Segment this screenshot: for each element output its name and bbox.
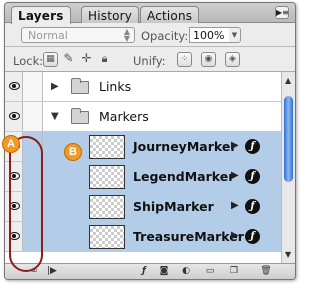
effects-toggle-icon[interactable]: ▶ [231, 170, 239, 181]
blend-mode-value: Normal [28, 29, 68, 42]
expanded-triangle-icon[interactable]: ▼ [51, 111, 59, 122]
unify-visibility-icon[interactable]: ◉ [201, 52, 216, 67]
callout-badge-b: B [64, 143, 82, 161]
blend-mode-select[interactable]: Normal ▲ ▼ [21, 27, 135, 43]
new-group-icon[interactable]: ▭ [203, 265, 217, 278]
opacity-label: Opacity: [141, 29, 189, 43]
folder-icon [71, 108, 89, 124]
layer-name: JourneyMarker [133, 139, 237, 154]
layer-thumbnail [89, 165, 125, 189]
visibility-toggle[interactable] [5, 72, 23, 101]
collapsed-triangle-icon[interactable]: ▶ [51, 81, 59, 92]
layer-style-icon[interactable]: ƒ [245, 139, 260, 154]
layer-style-icon[interactable]: ƒ [245, 169, 260, 184]
unify-label: Unify: [133, 54, 166, 68]
panel-footer: ∞ |▶ ƒ ◙ ◐ ▭ ❐ 🗑︎ [5, 263, 295, 279]
tab-actions[interactable]: Actions [140, 6, 200, 23]
trash-icon[interactable]: 🗑︎ [259, 265, 273, 278]
unify-position-icon[interactable]: ⁘ [177, 52, 192, 67]
folder-icon [71, 78, 89, 94]
tab-layers[interactable]: Layers [11, 6, 71, 24]
annotation-oval-a [9, 136, 43, 272]
eye-icon [9, 82, 20, 90]
effects-toggle-icon[interactable]: ▶ [231, 140, 239, 151]
layer-group-links[interactable]: ▶ Links [5, 72, 281, 102]
layer-name: LegendMarker [133, 169, 235, 184]
new-layer-icon[interactable]: ❐ [227, 265, 241, 278]
chain-link-icon[interactable] [23, 72, 43, 101]
unify-style-icon[interactable]: ◈ [225, 52, 240, 67]
layer-name: TreasureMarker [133, 229, 244, 244]
lock-brush-icon[interactable]: ✎ [61, 52, 76, 67]
lock-unify-row: Lock: ▦ ✎ ✛ 🔒︎ Unify: ⁘ ◉ ◈ [5, 47, 295, 72]
layer-name: Links [99, 79, 132, 94]
add-layer-style-icon[interactable]: ƒ [137, 265, 151, 278]
lock-transparency-icon[interactable]: ▦ [43, 52, 58, 67]
stepper-arrows-icon: ▲ ▼ [123, 27, 130, 43]
layers-panel: Layers History Actions ▶≡ Normal ▲ ▼ Opac… [4, 2, 296, 280]
adjustment-layer-icon[interactable]: ◐ [179, 265, 193, 278]
flyout-menu-icon[interactable]: ▶≡ [275, 6, 289, 19]
layer-row-treasuremarker[interactable]: TreasureMarker ▶ ƒ [5, 222, 281, 252]
effects-toggle-icon[interactable]: ▶ [231, 200, 239, 211]
layer-row-shipmarker[interactable]: ShipMarker ▶ ƒ [5, 192, 281, 222]
layer-thumbnail [89, 225, 125, 249]
layer-style-icon[interactable]: ƒ [245, 199, 260, 214]
layer-thumbnail [89, 195, 125, 219]
add-mask-icon[interactable]: ◙ [157, 265, 171, 278]
lock-all-icon[interactable]: 🔒︎ [97, 52, 112, 67]
tab-history[interactable]: History [81, 6, 140, 23]
opacity-dropdown-icon[interactable]: ▼ [229, 27, 241, 43]
layer-name: Markers [99, 109, 149, 124]
layer-row-legendmarker[interactable]: LegendMarker ▶ ƒ [5, 162, 281, 192]
layer-style-icon[interactable]: ƒ [245, 229, 260, 244]
scroll-down-icon[interactable]: ▼ [285, 250, 291, 259]
layer-group-markers[interactable]: ▼ Markers [5, 102, 281, 132]
panel-tab-bar: Layers History Actions ▶≡ [5, 3, 295, 24]
scroll-up-icon[interactable]: ▲ [285, 76, 291, 85]
chain-link-icon[interactable] [23, 102, 43, 131]
lock-label: Lock: [13, 54, 44, 68]
blend-opacity-row: Normal ▲ ▼ Opacity: 100% ▼ [5, 23, 295, 47]
eye-icon [9, 112, 20, 120]
layer-thumbnail [89, 135, 125, 159]
effects-toggle-icon[interactable]: ▶ [231, 230, 239, 241]
scroll-right-icon[interactable]: |▶ [45, 265, 59, 278]
vertical-scrollbar[interactable]: ▲ ▼ [281, 72, 295, 263]
scrollbar-thumb[interactable] [284, 96, 293, 182]
layer-name: ShipMarker [133, 199, 214, 214]
layer-list: ▶ Links ▼ Markers JourneyMarker ▶ ƒ Lege… [5, 72, 295, 263]
callout-badge-a: A [2, 135, 20, 153]
visibility-toggle[interactable] [5, 102, 23, 131]
layer-row-journeymarker[interactable]: JourneyMarker ▶ ƒ [5, 132, 281, 162]
lock-move-icon[interactable]: ✛ [79, 52, 94, 67]
